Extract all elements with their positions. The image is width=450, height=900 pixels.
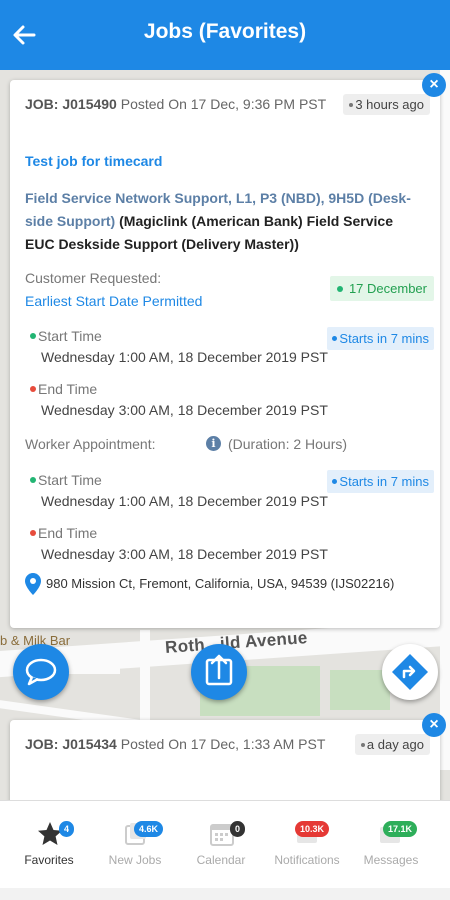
start-time-label: Start Time: [30, 328, 102, 344]
directions-button[interactable]: [382, 644, 438, 700]
nav-count: 4: [59, 821, 75, 837]
earliest-start-label: Earliest Start Date Permitted: [25, 293, 203, 309]
time-ago-badge: a day ago: [354, 734, 430, 755]
nav-calendar[interactable]: 0 Calendar: [176, 801, 266, 889]
end-time-value: Wednesday 3:00 AM, 18 December 2019 PST: [41, 402, 328, 418]
map-road: [440, 70, 450, 770]
upload-icon: [205, 654, 233, 686]
job-card[interactable]: JOB: J015490 Posted On 17 Dec, 9:36 PM P…: [10, 80, 440, 628]
start-time-value: Wednesday 1:00 AM, 18 December 2019 PST: [41, 349, 328, 365]
nav-label: New Jobs: [108, 853, 162, 867]
map-park: [330, 670, 390, 710]
chat-button[interactable]: [13, 644, 69, 700]
close-icon[interactable]: ×: [422, 713, 446, 737]
nav-messages[interactable]: 17.1K Messages: [346, 801, 436, 889]
job-header-line: JOB: J015490 Posted On 17 Dec, 9:36 PM P…: [25, 93, 335, 116]
job-id: JOB: J015434: [25, 736, 117, 752]
job-posted: Posted On 17 Dec, 9:36 PM PST: [116, 96, 327, 112]
date-badge: 17 December: [330, 276, 434, 301]
nav-count: 10.3K: [295, 821, 330, 837]
worker-end-time-value: Wednesday 3:00 AM, 18 December 2019 PST: [41, 546, 328, 562]
system-bar: [0, 888, 450, 900]
directions-icon: [392, 654, 428, 690]
app-header: Jobs (Favorites): [0, 0, 450, 70]
job-id: JOB: J015490: [25, 96, 117, 112]
starts-in-badge: Starts in 7 mins: [327, 327, 434, 350]
time-ago-badge: 3 hours ago: [343, 94, 430, 115]
worker-start-time-value: Wednesday 1:00 AM, 18 December 2019 PST: [41, 493, 328, 509]
bottom-navigation: 4 Favorites 4.6K New Jobs 0 Calendar 10.…: [0, 800, 450, 888]
customer-requested-label: Customer Requested:: [25, 270, 162, 286]
nav-label: Favorites: [24, 853, 74, 867]
end-time-label: End Time: [30, 381, 97, 397]
chat-bubble-icon: [25, 658, 57, 686]
worker-appointment-label: Worker Appointment:: [25, 436, 156, 452]
nav-count: 4.6K: [134, 821, 164, 837]
share-button[interactable]: [191, 644, 247, 700]
job-header-line: JOB: J015434 Posted On 17 Dec, 1:33 AM P…: [25, 733, 335, 756]
job-address[interactable]: 980 Mission Ct, Fremont, California, USA…: [46, 576, 394, 591]
nav-count: 17.1K: [383, 821, 418, 837]
nav-favorites[interactable]: 4 Favorites: [4, 801, 94, 889]
nav-new-jobs[interactable]: 4.6K New Jobs: [90, 801, 180, 889]
job-posted: Posted On 17 Dec, 1:33 AM PST: [116, 736, 326, 752]
worker-end-time-label: End Time: [30, 525, 97, 541]
nav-count: 0: [230, 821, 246, 837]
job-description: Field Service Network Support, L1, P3 (N…: [25, 190, 411, 252]
worker-start-time-label: Start Time: [30, 472, 102, 488]
nav-label: Messages: [363, 853, 419, 867]
nav-label: Calendar: [196, 853, 246, 867]
nav-label: Notifications: [274, 853, 340, 867]
worker-starts-in-badge: Starts in 7 mins: [327, 470, 434, 493]
info-icon[interactable]: i: [206, 436, 221, 451]
location-pin-icon: [25, 573, 41, 595]
job-title[interactable]: Test job for timecard: [25, 153, 162, 169]
nav-notifications[interactable]: 10.3K Notifications: [262, 801, 352, 889]
page-title: Jobs (Favorites): [143, 20, 307, 43]
close-icon[interactable]: ×: [422, 73, 446, 97]
duration-label: (Duration: 2 Hours): [228, 436, 348, 452]
